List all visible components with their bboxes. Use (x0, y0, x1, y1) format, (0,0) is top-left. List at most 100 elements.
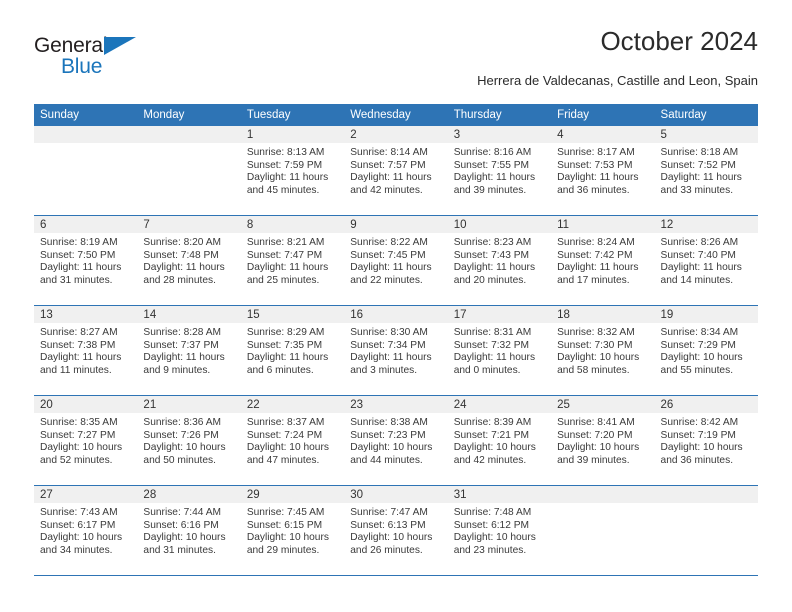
day-cell[interactable]: 6 Sunrise: 8:19 AM Sunset: 7:50 PM Daylight… (34, 215, 138, 306)
day-details: Sunrise: 8:18 AM Sunset: 7:52 PM Daylight:… (655, 143, 758, 197)
day-cell[interactable]: 13 Sunrise: 8:27 AM Sunset: 7:38 PM Dayligh… (34, 305, 138, 396)
sunset-text: Sunset: 7:37 PM (143, 339, 219, 351)
day-details: Sunrise: 8:42 AM Sunset: 7:19 PM Daylight:… (655, 413, 758, 467)
day-cell[interactable]: 17 Sunrise: 8:31 AM Sunset: 7:32 PM Dayligh… (447, 305, 552, 396)
day-cell[interactable]: 23 Sunrise: 8:38 AM Sunset: 7:23 PM Dayligh… (344, 395, 448, 486)
day-number: 13 (40, 309, 53, 321)
day-cell[interactable]: 18 Sunrise: 8:32 AM Sunset: 7:30 PM Dayligh… (551, 305, 655, 396)
sunset-text: Sunset: 7:57 PM (350, 159, 426, 171)
sunset-text: Sunset: 7:47 PM (246, 249, 323, 261)
day-details: Sunrise: 8:34 AM Sunset: 7:29 PM Daylight:… (655, 323, 758, 377)
day-number: 7 (143, 219, 150, 231)
sunset-text: Sunset: 7:40 PM (660, 249, 736, 261)
sunrise-text: Sunrise: 8:41 AM (557, 417, 635, 428)
day-cell[interactable]: 7 Sunrise: 8:20 AM Sunset: 7:48 PM Daylight… (137, 215, 241, 306)
sunset-text: Sunset: 7:43 PM (453, 249, 530, 261)
daylight-text-line2: and 22 minutes. (350, 274, 423, 286)
day-number: 18 (557, 309, 570, 321)
daylight-text-line2: and 36 minutes. (660, 454, 734, 466)
day-details: Sunrise: 8:39 AM Sunset: 7:21 PM Daylight:… (448, 413, 551, 467)
sunset-text: Sunset: 6:15 PM (246, 519, 323, 531)
day-cell[interactable]: 22 Sunrise: 8:37 AM Sunset: 7:24 PM Dayligh… (240, 395, 345, 486)
day-cell[interactable]: 10 Sunrise: 8:23 AM Sunset: 7:43 PM Dayligh… (447, 215, 552, 306)
day-cell[interactable]: 14 Sunrise: 8:28 AM Sunset: 7:37 PM Dayligh… (137, 305, 241, 396)
day-number (137, 126, 240, 128)
day-number: 1 (246, 129, 254, 141)
page-header: General Blue October 2024 Herrera de Val… (34, 26, 758, 98)
weekday-header-friday: Friday (551, 104, 655, 126)
day-number: 14 (143, 309, 157, 321)
sunrise-sunset-calendar: Sunday Monday Tuesday Wednesday Thursday… (34, 104, 758, 576)
day-details: Sunrise: 8:32 AM Sunset: 7:30 PM Daylight:… (551, 323, 654, 377)
day-details: Sunrise: 8:30 AM Sunset: 7:34 PM Daylight:… (344, 323, 447, 377)
sunset-text: Sunset: 6:13 PM (350, 519, 426, 531)
sunrise-text: Sunrise: 8:27 AM (40, 327, 118, 338)
daylight-text-line1: Daylight: 10 hours (40, 532, 123, 544)
day-cell[interactable]: 12 Sunrise: 8:26 AM Sunset: 7:40 PM Dayligh… (654, 215, 758, 306)
day-cell[interactable]: 5 Sunrise: 8:18 AM Sunset: 7:52 PM Daylight… (654, 126, 758, 216)
day-details: Sunrise: 8:24 AM Sunset: 7:42 PM Daylight:… (551, 233, 654, 287)
day-cell[interactable]: 15 Sunrise: 8:29 AM Sunset: 7:35 PM Dayligh… (240, 305, 345, 396)
day-cell[interactable]: 2 Sunrise: 8:14 AM Sunset: 7:57 PM Daylight… (344, 126, 448, 216)
daylight-text-line2: and 14 minutes. (660, 274, 734, 286)
sunset-text: Sunset: 6:16 PM (143, 519, 219, 531)
day-cell[interactable]: 16 Sunrise: 8:30 AM Sunset: 7:34 PM Dayligh… (344, 305, 448, 396)
day-cell[interactable]: 29 Sunrise: 7:45 AM Sunset: 6:15 PM Dayligh… (240, 485, 345, 576)
day-cell[interactable]: 4 Sunrise: 8:17 AM Sunset: 7:53 PM Daylight… (551, 126, 655, 216)
weekday-header-wednesday: Wednesday (344, 104, 448, 126)
day-cell[interactable]: 11 Sunrise: 8:24 AM Sunset: 7:42 PM Dayligh… (551, 215, 655, 306)
daylight-text-line2: and 31 minutes. (143, 544, 216, 556)
calendar-body: 1 Sunrise: 8:13 AM Sunset: 7:59 PM Daylight… (34, 126, 758, 576)
day-details: Sunrise: 8:16 AM Sunset: 7:55 PM Daylight:… (448, 143, 551, 197)
day-details: Sunrise: 7:47 AM Sunset: 6:13 PM Daylight:… (344, 503, 447, 557)
day-cell[interactable]: 21 Sunrise: 8:36 AM Sunset: 7:26 PM Dayligh… (137, 395, 241, 486)
day-cell[interactable] (34, 126, 138, 216)
day-cell[interactable]: 28 Sunrise: 7:44 AM Sunset: 6:16 PM Dayligh… (137, 485, 241, 576)
daylight-text-line2: and 33 minutes. (660, 184, 734, 196)
week-row: 13 Sunrise: 8:27 AM Sunset: 7:38 PM Dayligh… (34, 305, 758, 396)
daylight-text-line1: Daylight: 11 hours (143, 262, 225, 274)
daylight-text-line2: and 42 minutes. (350, 184, 423, 196)
day-cell[interactable] (137, 126, 241, 216)
sunset-text: Sunset: 7:21 PM (453, 429, 530, 441)
day-details (34, 143, 137, 147)
day-cell[interactable]: 30 Sunrise: 7:47 AM Sunset: 6:13 PM Dayligh… (344, 485, 448, 576)
daylight-text-line2: and 52 minutes. (40, 454, 113, 466)
day-cell[interactable] (551, 485, 655, 576)
day-cell[interactable] (654, 485, 758, 576)
day-details (137, 143, 240, 147)
day-cell[interactable]: 20 Sunrise: 8:35 AM Sunset: 7:27 PM Dayligh… (34, 395, 138, 486)
day-number: 8 (246, 219, 254, 231)
sunset-text: Sunset: 7:23 PM (350, 429, 426, 441)
daylight-text-line1: Daylight: 10 hours (143, 532, 226, 544)
daylight-text-line1: Daylight: 10 hours (246, 442, 329, 454)
daylight-text-line1: Daylight: 10 hours (660, 352, 743, 364)
weekday-header-tuesday: Tuesday (240, 104, 345, 126)
daylight-text-line1: Daylight: 11 hours (660, 262, 742, 274)
daylight-text-line1: Daylight: 11 hours (143, 352, 225, 364)
day-cell[interactable]: 9 Sunrise: 8:22 AM Sunset: 7:45 PM Daylight… (344, 215, 448, 306)
daylight-text-line1: Daylight: 11 hours (246, 172, 329, 184)
daylight-text-line2: and 55 minutes. (660, 364, 734, 376)
day-cell[interactable]: 1 Sunrise: 8:13 AM Sunset: 7:59 PM Daylight… (240, 126, 345, 216)
day-cell[interactable]: 3 Sunrise: 8:16 AM Sunset: 7:55 PM Daylight… (447, 126, 552, 216)
day-cell[interactable]: 27 Sunrise: 7:43 AM Sunset: 6:17 PM Dayligh… (34, 485, 138, 576)
sunset-text: Sunset: 7:48 PM (143, 249, 219, 261)
day-cell[interactable]: 8 Sunrise: 8:21 AM Sunset: 7:47 PM Daylight… (240, 215, 345, 306)
daylight-text-line2: and 42 minutes. (453, 454, 527, 466)
day-cell[interactable]: 26 Sunrise: 8:42 AM Sunset: 7:19 PM Dayligh… (654, 395, 758, 486)
day-cell[interactable]: 31 Sunrise: 7:48 AM Sunset: 6:12 PM Dayligh… (447, 485, 552, 576)
day-number: 25 (557, 399, 570, 411)
day-details: Sunrise: 8:36 AM Sunset: 7:26 PM Daylight:… (137, 413, 240, 467)
day-number: 6 (40, 219, 47, 231)
daylight-text-line2: and 23 minutes. (453, 544, 527, 556)
day-cell[interactable]: 19 Sunrise: 8:34 AM Sunset: 7:29 PM Dayligh… (654, 305, 758, 396)
day-number: 21 (143, 399, 157, 411)
daylight-text-line1: Daylight: 11 hours (453, 352, 536, 364)
sunrise-text: Sunrise: 8:21 AM (246, 237, 325, 248)
sunset-text: Sunset: 7:34 PM (350, 339, 426, 351)
sunrise-text: Sunrise: 8:13 AM (246, 147, 325, 158)
day-cell[interactable]: 24 Sunrise: 8:39 AM Sunset: 7:21 PM Dayligh… (447, 395, 552, 486)
day-cell[interactable]: 25 Sunrise: 8:41 AM Sunset: 7:20 PM Dayligh… (551, 395, 655, 486)
day-details: Sunrise: 8:19 AM Sunset: 7:50 PM Daylight:… (34, 233, 137, 287)
